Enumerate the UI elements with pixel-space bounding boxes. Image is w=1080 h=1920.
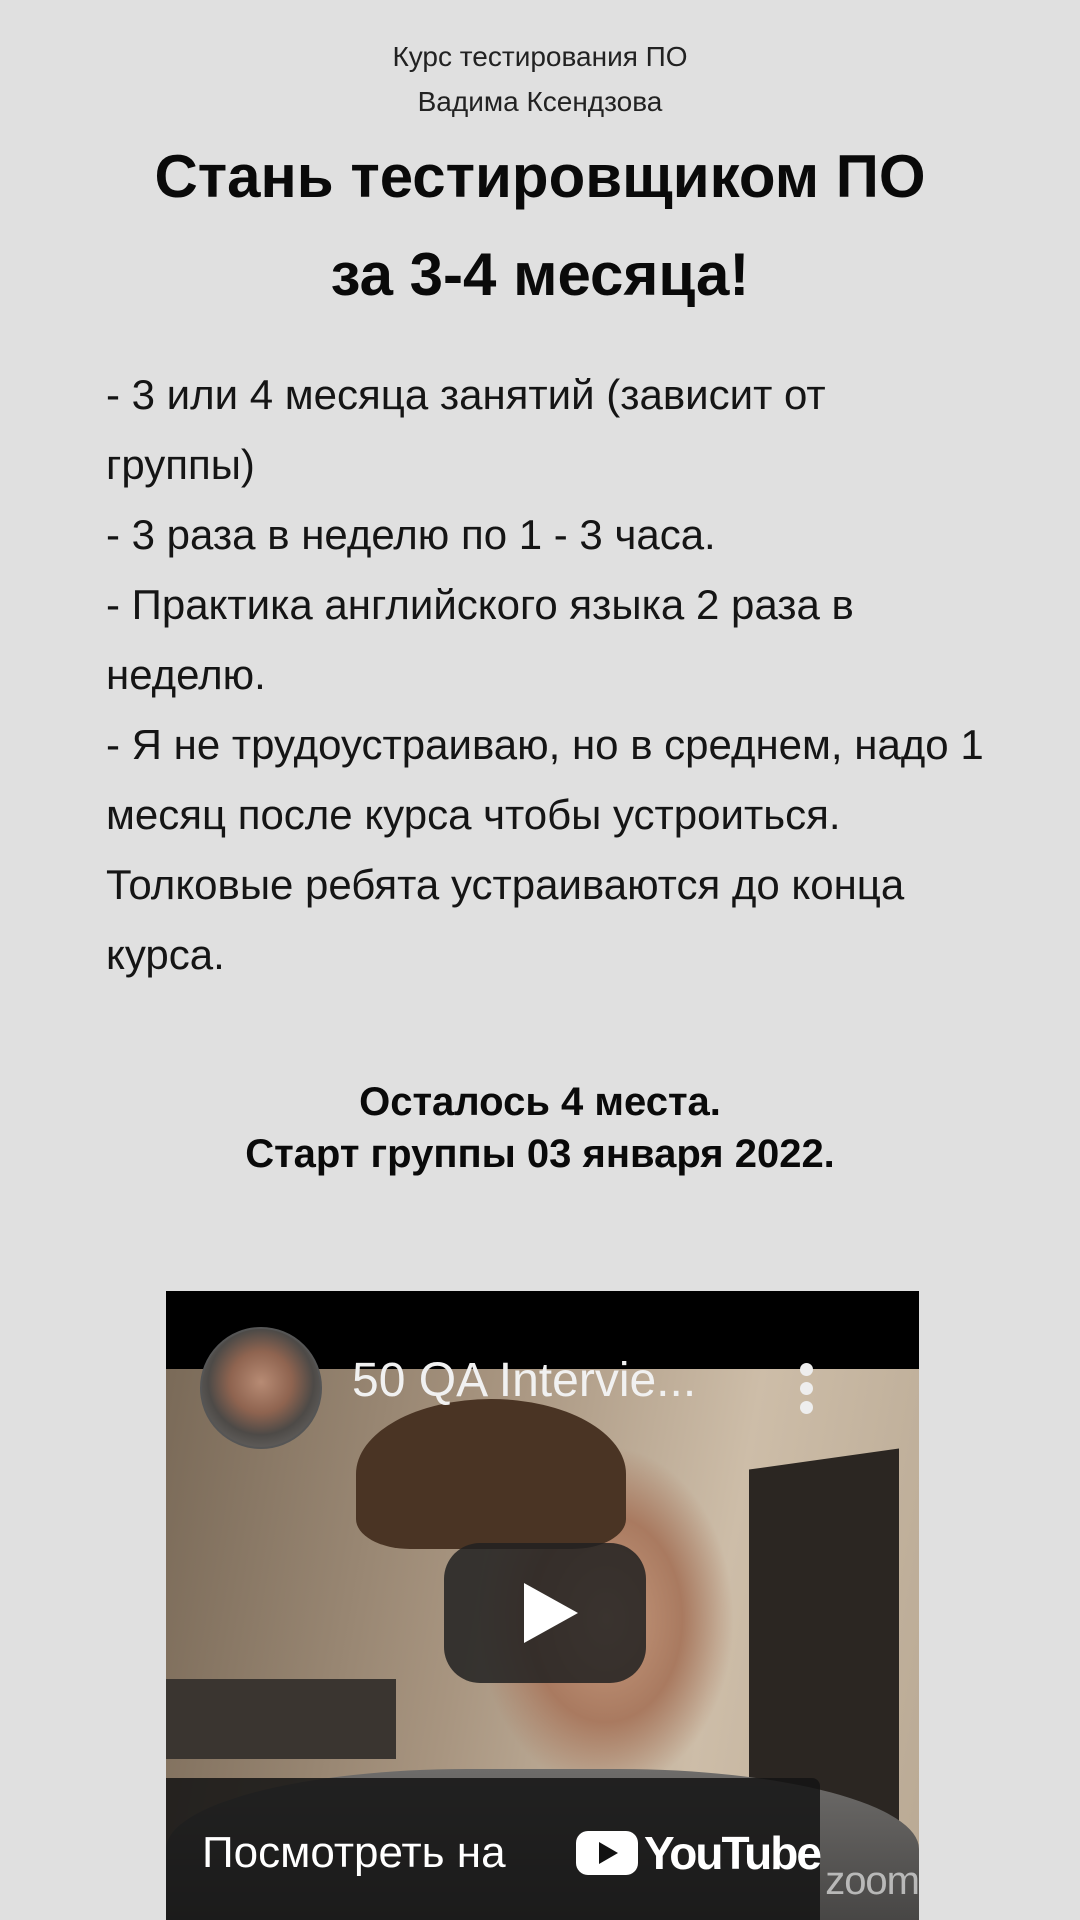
play-button[interactable] — [444, 1543, 646, 1683]
headline-line-2: за 3-4 месяца! — [330, 241, 750, 308]
seats-left-text: Осталось 4 места. — [359, 1080, 721, 1124]
main-headline: Стань тестировщиком ПО за 3-4 месяца! — [0, 128, 1080, 324]
group-status: Осталось 4 места. Старт группы 03 января… — [0, 1076, 1080, 1180]
youtube-wordmark: YouTube — [644, 1827, 822, 1879]
watch-on-youtube-button[interactable]: Посмотреть на YouTube — [166, 1778, 822, 1920]
group-start-text: Старт группы 03 января 2022. — [245, 1132, 835, 1176]
feature-item: - 3 раза в неделю по 1 - 3 часа. — [106, 511, 716, 558]
channel-avatar[interactable] — [200, 1327, 322, 1449]
headline-line-1: Стань тестировщиком ПО — [154, 143, 926, 210]
youtube-logo: YouTube — [576, 1827, 822, 1879]
thumbnail-person-hair — [356, 1399, 626, 1549]
features-list: - 3 или 4 месяца занятий (зависит от гру… — [106, 360, 986, 990]
zoom-watermark: zoom — [825, 1859, 919, 1903]
watch-on-label: Посмотреть на — [202, 1828, 506, 1877]
course-title: Курс тестирования ПО Вадима Ксендзова — [0, 34, 1080, 124]
course-title-line-1: Курс тестирования ПО — [392, 41, 688, 72]
course-title-line-2: Вадима Ксендзова — [417, 86, 663, 117]
feature-item: - Я не трудоустраиваю, но в среднем, над… — [106, 721, 984, 978]
landing-page: Курс тестирования ПО Вадима Ксендзова Ст… — [0, 0, 1080, 1920]
thumbnail-shelf — [166, 1679, 396, 1759]
more-vert-icon[interactable] — [796, 1363, 816, 1419]
play-icon — [524, 1583, 578, 1643]
feature-item: - 3 или 4 месяца занятий (зависит от гру… — [106, 371, 826, 488]
youtube-video-embed[interactable]: zoom 50 QA Intervie... Посмотреть на You… — [166, 1291, 919, 1920]
youtube-logo-icon — [576, 1831, 638, 1875]
feature-item: - Практика английского языка 2 раза в не… — [106, 581, 854, 698]
video-title[interactable]: 50 QA Intervie... — [352, 1353, 696, 1408]
